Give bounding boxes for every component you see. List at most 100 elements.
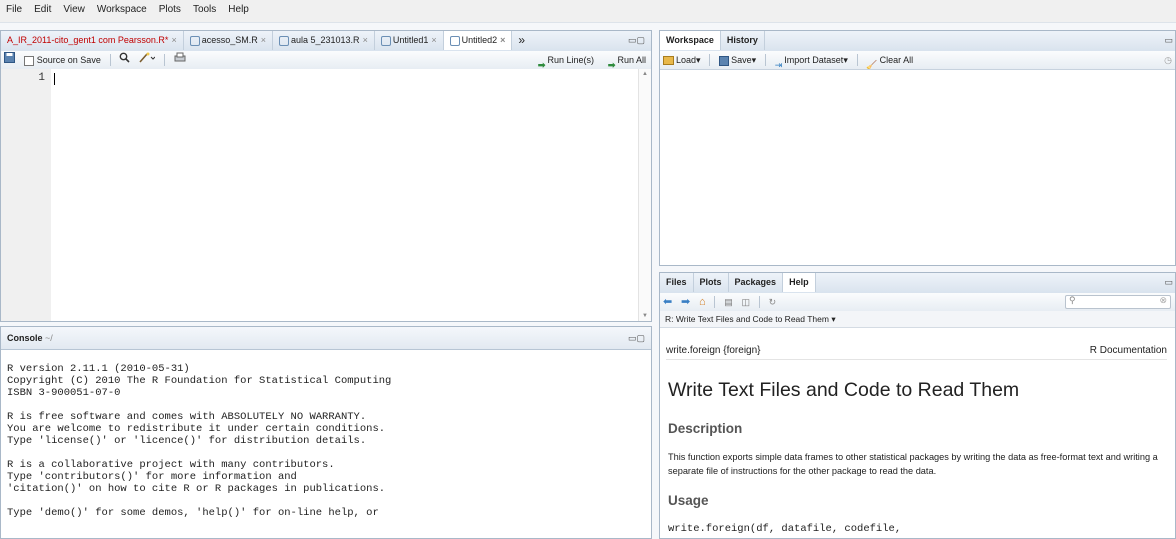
clear-all-button[interactable]: 🧹 Clear All bbox=[863, 51, 916, 69]
save-icon bbox=[719, 55, 730, 66]
code-tools-icon[interactable] bbox=[136, 51, 158, 69]
save-button[interactable]: Save▾ bbox=[716, 51, 759, 69]
help-topic-bar[interactable]: R: Write Text Files and Code to Read The… bbox=[660, 311, 1175, 328]
menu-bar: File Edit View Workspace Plots Tools Help bbox=[0, 0, 1176, 23]
tab-workspace[interactable]: Workspace bbox=[660, 31, 721, 50]
help-title: Write Text Files and Code to Read Them bbox=[668, 379, 1020, 401]
console-line: Type 'license()' or 'licence()' for dist… bbox=[7, 435, 367, 447]
console-line: You are welcome to redistribute it under… bbox=[7, 423, 386, 435]
toolbar-divider bbox=[758, 296, 760, 308]
scroll-down-icon[interactable]: ▼ bbox=[642, 313, 648, 319]
help-topic-dropdown[interactable]: R: Write Text Files and Code to Read The… bbox=[665, 314, 829, 324]
menu-edit[interactable]: Edit bbox=[28, 0, 57, 15]
menu-plots[interactable]: Plots bbox=[153, 0, 187, 15]
console-line: R version 2.11.1 (2010-05-31) bbox=[7, 363, 190, 375]
toolbar-divider bbox=[714, 296, 716, 308]
help-search-input[interactable]: ⚲ ⊗ bbox=[1065, 295, 1171, 309]
tab-source-file-3[interactable]: aula 5_231013.R × bbox=[273, 31, 375, 50]
toolbar-divider bbox=[109, 54, 111, 66]
help-rdoc-label: R Documentation bbox=[1089, 345, 1167, 356]
minimize-icon[interactable]: ▭ bbox=[1164, 277, 1173, 288]
forward-arrow-icon[interactable]: ➡ bbox=[678, 293, 693, 311]
console-line: Type 'demo()' for some demos, 'help()' f… bbox=[7, 507, 379, 519]
line-number: 1 bbox=[38, 72, 45, 84]
console-output[interactable]: R version 2.11.1 (2010-05-31) Copyright (… bbox=[7, 363, 645, 538]
toolbar-divider bbox=[709, 54, 711, 66]
console-text: R version 2.11.1 (2010-05-31) Copyright (… bbox=[7, 363, 645, 519]
print-icon[interactable]: ▤ bbox=[721, 293, 736, 311]
tab-packages[interactable]: Packages bbox=[729, 273, 784, 292]
tab-source-file-1[interactable]: A_IR_2011-cito_gent1 com Pearsson.R* × bbox=[1, 31, 184, 50]
workspace-pane: Workspace History ▭ Load▾ Save▾ ⇥ Import D… bbox=[659, 30, 1176, 266]
help-description-heading: Description bbox=[668, 421, 743, 436]
close-icon[interactable]: × bbox=[261, 35, 266, 45]
close-icon[interactable]: × bbox=[431, 35, 436, 45]
source-on-save-checkbox[interactable]: Source on Save bbox=[21, 51, 104, 69]
help-package-label: write.foreign {foreign} bbox=[666, 345, 761, 356]
minimize-maximize-icon[interactable]: ▭▢ bbox=[628, 333, 645, 344]
help-description-text: This function exports simple data frames… bbox=[668, 452, 1158, 476]
workspace-tab-bar: Workspace History bbox=[660, 31, 1175, 52]
editor-scrollbar[interactable]: ▲ ▼ bbox=[638, 69, 651, 321]
menu-file[interactable]: File bbox=[0, 0, 28, 15]
scroll-up-icon[interactable]: ▲ bbox=[642, 71, 648, 77]
minimize-icon[interactable]: ▭ bbox=[1164, 35, 1173, 46]
close-icon[interactable]: × bbox=[363, 35, 368, 45]
console-pane: Console ~/ ▭▢ R version 2.11.1 (2010-05-… bbox=[0, 326, 652, 539]
help-usage-heading: Usage bbox=[668, 493, 709, 508]
source-tab-bar: A_IR_2011-cito_gent1 com Pearsson.R* × ace… bbox=[1, 31, 651, 52]
find-icon[interactable] bbox=[116, 51, 133, 69]
run-lines-button[interactable]: ➡ Run Line(s) bbox=[535, 51, 597, 69]
back-arrow-icon[interactable]: ⬅ bbox=[660, 293, 675, 311]
console-line: Copyright (C) 2010 The R Foundation for … bbox=[7, 375, 392, 387]
menu-view[interactable]: View bbox=[57, 0, 91, 15]
source-toolbar: Source on Save ➡ Run Line(s) ➡ Run All bbox=[1, 51, 651, 70]
folder-open-icon bbox=[663, 56, 674, 66]
save-icon[interactable] bbox=[1, 51, 18, 69]
console-title: Console ~/ bbox=[7, 333, 53, 343]
toolbar-divider bbox=[764, 54, 766, 66]
tab-plots[interactable]: Plots bbox=[694, 273, 729, 292]
run-all-button[interactable]: ➡ Run All bbox=[605, 51, 649, 69]
console-line: 'citation()' on how to cite R or R packa… bbox=[7, 483, 386, 495]
menu-help[interactable]: Help bbox=[222, 0, 255, 15]
help-toolbar: ⬅ ➡ ⌂ ▤ ◫ ↻ ⚲ ⊗ bbox=[660, 293, 1175, 312]
chevron-down-icon[interactable]: ▾ bbox=[831, 314, 835, 324]
console-line: R is a collaborative project with many c… bbox=[7, 459, 335, 471]
console-line: R is free software and comes with ABSOLU… bbox=[7, 411, 367, 423]
tab-source-file-5[interactable]: Untitled2 × bbox=[443, 31, 513, 50]
help-tab-bar: Files Plots Packages Help bbox=[660, 273, 1175, 294]
close-icon[interactable]: × bbox=[171, 35, 176, 45]
help-pane: Files Plots Packages Help ▭ ⬅ ➡ ⌂ ▤ ◫ ↻ ⚲ ⊗… bbox=[659, 272, 1176, 539]
load-button[interactable]: Load▾ bbox=[660, 51, 704, 69]
show-in-window-icon[interactable]: ◫ bbox=[739, 293, 754, 311]
refresh-icon[interactable]: ↻ bbox=[766, 293, 780, 311]
run-arrow-icon: ➡ bbox=[537, 59, 546, 70]
tab-history[interactable]: History bbox=[721, 31, 765, 50]
tab-overflow-button[interactable]: » bbox=[512, 31, 531, 50]
tab-help[interactable]: Help bbox=[783, 273, 816, 292]
import-dataset-button[interactable]: ⇥ Import Dataset▾ bbox=[772, 51, 851, 69]
r-file-icon bbox=[279, 35, 289, 46]
tab-source-file-4[interactable]: Untitled1 × bbox=[375, 31, 444, 50]
help-header-row: write.foreign {foreign} R Documentation bbox=[666, 345, 1167, 360]
r-file-icon bbox=[380, 35, 391, 46]
run-all-icon: ➡ bbox=[607, 59, 616, 70]
refresh-icon[interactable]: ◷ bbox=[1161, 51, 1175, 69]
r-file-icon bbox=[189, 35, 200, 46]
close-icon[interactable]: × bbox=[500, 35, 505, 45]
import-icon: ⇥ bbox=[774, 59, 783, 70]
broom-icon: 🧹 bbox=[866, 59, 878, 70]
tab-files[interactable]: Files bbox=[660, 273, 694, 292]
menu-workspace[interactable]: Workspace bbox=[91, 0, 153, 15]
code-editor[interactable] bbox=[51, 69, 639, 321]
minimize-maximize-icon[interactable]: ▭▢ bbox=[628, 35, 645, 46]
tab-source-file-2[interactable]: acesso_SM.R × bbox=[184, 31, 273, 50]
menu-tools[interactable]: Tools bbox=[187, 0, 222, 15]
clear-search-icon[interactable]: ⊗ bbox=[1159, 295, 1167, 306]
search-icon: ⚲ bbox=[1069, 295, 1076, 305]
home-icon[interactable]: ⌂ bbox=[696, 293, 709, 311]
print-icon[interactable] bbox=[171, 51, 189, 69]
